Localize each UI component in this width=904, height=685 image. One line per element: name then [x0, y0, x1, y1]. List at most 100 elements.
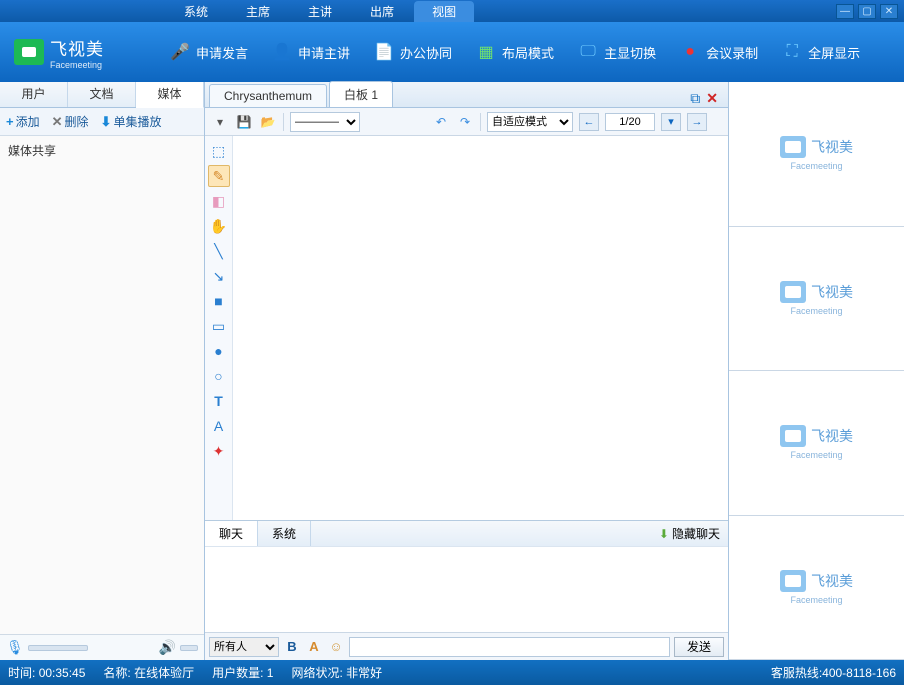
request-speak-button[interactable]: 🎤 申请发言	[160, 38, 258, 66]
doc-tab-chrysanthemum[interactable]: Chrysanthemum	[209, 84, 327, 107]
logo-icon	[14, 39, 44, 65]
plus-icon: +	[6, 114, 14, 129]
tab-user[interactable]: 用户	[0, 82, 68, 107]
chat-input-row: 所有人 B A ☺ 发送	[205, 632, 728, 660]
page-dropdown-button[interactable]: ▾	[661, 113, 681, 131]
save-icon[interactable]: 💾	[235, 113, 253, 131]
slot-logo-en: Facemeeting	[790, 595, 842, 605]
page-indicator[interactable]	[605, 113, 655, 131]
office-collab-button[interactable]: 📄 办公协同	[364, 38, 462, 66]
ellipse-outline-tool[interactable]: ○	[208, 365, 230, 387]
speaker-icon[interactable]: 🔊	[159, 639, 176, 656]
playset-label: 单集播放	[113, 113, 161, 130]
emoji-icon[interactable]: ☺	[327, 638, 345, 656]
status-time: 时间: 00:35:45	[8, 664, 85, 681]
main-switch-label: 主显切换	[604, 43, 656, 62]
hide-chat-button[interactable]: ⬇ 隐藏聊天	[651, 521, 728, 546]
main-switch-button[interactable]: 🖵 主显切换	[568, 38, 666, 66]
chat-target-select[interactable]: 所有人	[209, 637, 279, 657]
video-slot-3[interactable]: 飞视美 Facemeeting	[729, 371, 904, 516]
slot-logo-cn: 飞视美	[811, 571, 853, 591]
pencil-tool[interactable]: ✎	[208, 165, 230, 187]
record-button[interactable]: ● 会议录制	[670, 38, 768, 66]
open-icon[interactable]: 📂	[259, 113, 277, 131]
slot-logo-cn: 飞视美	[811, 137, 853, 157]
line-tool[interactable]: ╲	[208, 240, 230, 262]
close-button[interactable]: ✕	[880, 4, 898, 19]
menu-system[interactable]: 系统	[166, 1, 226, 22]
menu-chair[interactable]: 主席	[228, 1, 288, 22]
request-present-button[interactable]: 👤 申请主讲	[262, 38, 360, 66]
playset-button[interactable]: ⬇ 单集播放	[95, 113, 168, 130]
left-actions: + 添加 ✕ 删除 ⬇ 单集播放	[0, 108, 204, 136]
next-page-button[interactable]: →	[687, 113, 707, 131]
close-tab-icon[interactable]: ✕	[706, 90, 718, 107]
prev-page-button[interactable]: ←	[579, 113, 599, 131]
arrow-down-icon: ⬇	[659, 527, 669, 541]
arrow-tool[interactable]: ↘	[208, 265, 230, 287]
download-icon: ⬇	[101, 114, 112, 130]
slot-logo-en: Facemeeting	[790, 306, 842, 316]
minimize-button[interactable]: —	[836, 4, 854, 19]
add-label: 添加	[16, 113, 40, 130]
menu-speaker[interactable]: 主讲	[290, 1, 350, 22]
chat-tab-chat[interactable]: 聊天	[205, 521, 258, 546]
video-slot-2[interactable]: 飞视美 Facemeeting	[729, 227, 904, 372]
select-tool[interactable]: ⬚	[208, 140, 230, 162]
line-style-select[interactable]: ————	[290, 112, 360, 132]
laser-tool[interactable]: ✦	[208, 440, 230, 462]
redo-icon[interactable]: ↷	[456, 113, 474, 131]
popout-icon[interactable]: ⧉	[690, 90, 700, 107]
tab-media[interactable]: 媒体	[136, 82, 204, 108]
speaker-volume-slider[interactable]	[180, 645, 198, 651]
ellipse-fill-tool[interactable]: ●	[208, 340, 230, 362]
chat-tab-system[interactable]: 系统	[258, 521, 311, 546]
menu-attend[interactable]: 出席	[352, 1, 412, 22]
layout-mode-button[interactable]: ▦ 布局模式	[466, 38, 564, 66]
rect-fill-tool[interactable]: ■	[208, 290, 230, 312]
hand-tool[interactable]: ✋	[208, 215, 230, 237]
slot-logo-en: Facemeeting	[790, 161, 842, 171]
status-network: 网络状况: 非常好	[291, 664, 382, 681]
mic-icon[interactable]: 🎙	[6, 639, 24, 656]
video-slot-1[interactable]: 飞视美 Facemeeting	[729, 82, 904, 227]
undo-icon[interactable]: ↶	[432, 113, 450, 131]
new-icon[interactable]: ▾	[211, 113, 229, 131]
add-button[interactable]: + 添加	[0, 113, 46, 130]
slot-logo-cn: 飞视美	[811, 282, 853, 302]
text-bold-tool[interactable]: T	[208, 390, 230, 412]
status-room: 名称: 在线体验厅	[103, 664, 194, 681]
whiteboard-body: ⬚ ✎ ◧ ✋ ╲ ↘ ■ ▭ ● ○ T A ✦	[205, 136, 728, 520]
logo-cn: 飞视美	[50, 35, 104, 60]
delete-button[interactable]: ✕ 删除	[46, 113, 95, 130]
fit-mode-select[interactable]: 自适应模式	[487, 112, 573, 132]
eraser-tool[interactable]: ◧	[208, 190, 230, 212]
text-tool[interactable]: A	[208, 415, 230, 437]
microphone-icon: 🎤	[170, 42, 190, 62]
maximize-button[interactable]: ▢	[858, 4, 876, 19]
tab-doc[interactable]: 文档	[68, 82, 136, 107]
monitor-icon: 🖵	[578, 42, 598, 62]
right-pane: 飞视美 Facemeeting 飞视美 Facemeeting 飞视美 Face…	[729, 82, 904, 660]
menu-view[interactable]: 视图	[414, 1, 474, 22]
send-button[interactable]: 发送	[674, 637, 724, 657]
logo-icon	[780, 136, 806, 158]
slot-logo-cn: 飞视美	[811, 426, 853, 446]
fullscreen-label: 全屏显示	[808, 43, 860, 62]
office-collab-label: 办公协同	[400, 43, 452, 62]
whiteboard-canvas[interactable]	[233, 136, 728, 520]
font-icon[interactable]: A	[305, 638, 323, 656]
whiteboard-toolbar: ▾ 💾 📂 ———— ↶ ↷ 自适应模式 ← ▾ →	[205, 108, 728, 136]
bold-icon[interactable]: B	[283, 638, 301, 656]
window-controls: — ▢ ✕	[836, 4, 898, 19]
mic-volume-slider[interactable]	[28, 645, 88, 651]
video-slot-4[interactable]: 飞视美 Facemeeting	[729, 516, 904, 661]
doc-tab-whiteboard[interactable]: 白板 1	[329, 81, 393, 107]
left-pane: 用户 文档 媒体 + 添加 ✕ 删除 ⬇ 单集播放 媒体共享 🎙 🔊	[0, 82, 205, 660]
layout-mode-label: 布局模式	[502, 43, 554, 62]
fullscreen-button[interactable]: ⛶ 全屏显示	[772, 38, 870, 66]
chat-input[interactable]	[349, 637, 670, 657]
rect-outline-tool[interactable]: ▭	[208, 315, 230, 337]
center-pane: Chrysanthemum 白板 1 ⧉ ✕ ▾ 💾 📂 ———— ↶ ↷ 自适…	[205, 82, 729, 660]
media-share-label: 媒体共享	[0, 136, 204, 165]
